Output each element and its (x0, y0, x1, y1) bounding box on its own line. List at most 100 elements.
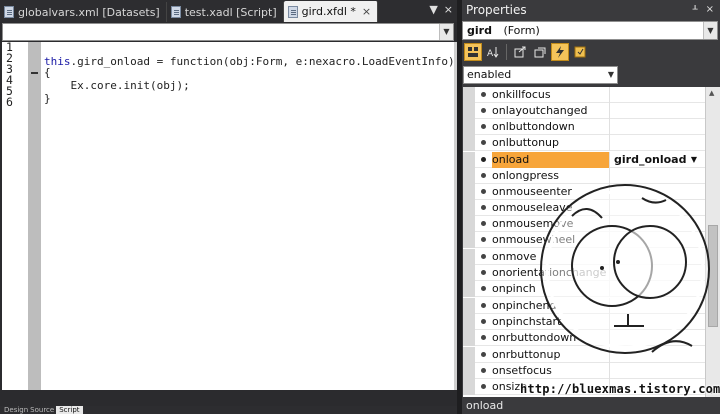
object-selector[interactable]: gird (Form) ▼ (462, 21, 718, 40)
document-tabs: globalvars.xml [Datasets] test.xadl [Scr… (0, 0, 457, 22)
event-handler-value[interactable] (609, 280, 705, 297)
tab-gird-xfdl[interactable]: gird.xfdl * × (283, 1, 379, 22)
svg-text:A: A (487, 49, 494, 58)
event-handler-value[interactable] (609, 362, 705, 379)
properties-title: Properties (466, 3, 527, 17)
tab-script[interactable]: Script (56, 406, 83, 414)
code-area[interactable]: 1 2 3 4 5 6 this.gird_onload = function(… (2, 41, 455, 390)
event-handler-value[interactable] (609, 183, 705, 200)
event-row[interactable]: onlongpress (463, 167, 705, 184)
event-row[interactable]: onpinch (463, 280, 705, 297)
event-row[interactable]: onmove (463, 248, 705, 265)
event-bullet-icon (481, 319, 486, 324)
event-row[interactable]: onrbuttonup (463, 346, 705, 363)
event-row[interactable]: onsetfocus (463, 362, 705, 379)
fold-collapse-icon[interactable] (31, 72, 38, 74)
tab-design[interactable]: Design (4, 406, 28, 414)
event-handler-value[interactable] (609, 346, 705, 363)
event-row[interactable]: onorientationchange (463, 264, 705, 281)
lightning-icon[interactable] (551, 43, 569, 61)
editor-pane-tools: ▼ × (429, 3, 453, 16)
event-row[interactable]: onkillfocus (463, 87, 705, 103)
event-handler-value[interactable] (609, 87, 705, 103)
alphabetical-icon[interactable]: A (484, 43, 502, 61)
close-icon[interactable]: × (362, 5, 371, 18)
event-name: onpinchstart (492, 315, 562, 328)
event-handler-value[interactable] (609, 215, 705, 232)
event-grid-scrollbar[interactable]: ▲ ▼ (705, 87, 720, 397)
tab-globalvars[interactable]: globalvars.xml [Datasets] (0, 2, 167, 22)
toolbar-separator (506, 44, 507, 60)
pin-icon[interactable]: ᚆ (693, 4, 698, 15)
events-icon[interactable] (531, 43, 549, 61)
event-bullet-icon (481, 286, 486, 291)
tab-label: globalvars.xml [Datasets] (18, 5, 160, 19)
event-row[interactable]: onmousewheel (463, 231, 705, 248)
event-handler-value[interactable] (609, 134, 705, 151)
event-handler-value[interactable] (609, 329, 705, 346)
properties-pane: Properties ᚆ × gird (Form) ▼ A enabled ▼… (462, 0, 720, 414)
event-handler-value[interactable] (609, 167, 705, 184)
script-editor-pane: globalvars.xml [Datasets] test.xadl [Scr… (0, 0, 457, 414)
tab-test-xadl[interactable]: test.xadl [Script] (167, 2, 284, 22)
event-row-selected[interactable]: onload gird_onload ▼ (463, 151, 705, 168)
chevron-down-icon[interactable]: ▼ (691, 152, 697, 167)
event-bullet-icon (481, 254, 486, 259)
tab-label: test.xadl [Script] (184, 5, 277, 19)
event-row[interactable]: onlayoutchanged (463, 102, 705, 119)
event-row[interactable]: onmousemove (463, 215, 705, 232)
line-number: 6 (6, 95, 13, 109)
close-icon[interactable]: × (444, 3, 453, 16)
object-name: gird (467, 24, 492, 37)
event-row[interactable]: onrbuttondown (463, 329, 705, 346)
event-handler-value[interactable] (609, 248, 705, 265)
event-handler-value[interactable] (609, 297, 705, 314)
code-line: { (44, 66, 51, 79)
event-handler-value[interactable] (609, 313, 705, 330)
chevron-down-icon[interactable]: ▼ (703, 22, 717, 39)
event-name: onmove (492, 250, 537, 263)
chevron-down-icon[interactable]: ▼ (608, 67, 614, 83)
event-bullet-icon (481, 189, 486, 194)
event-handler-value[interactable] (609, 102, 705, 119)
event-row[interactable]: onmouseenter (463, 183, 705, 200)
scroll-up-icon[interactable]: ▲ (709, 89, 714, 97)
scrollbar-thumb[interactable] (708, 225, 718, 327)
function-selector[interactable]: ▼ (2, 23, 454, 41)
event-handler-value[interactable] (609, 264, 705, 281)
categorized-icon[interactable] (464, 43, 482, 61)
event-grid: onkillfocus onlayoutchanged onlbuttondow… (463, 87, 705, 397)
event-name: onmouseleave (492, 201, 573, 214)
event-row[interactable]: onmouseleave (463, 199, 705, 216)
event-bullet-icon (481, 92, 486, 97)
event-handler-value[interactable] (609, 199, 705, 216)
event-name: onpinchend (492, 299, 557, 312)
event-handler-value[interactable] (609, 231, 705, 248)
event-name: onrbuttondown (492, 331, 577, 344)
chevron-down-icon[interactable]: ▼ (439, 24, 453, 40)
properties-icon[interactable] (511, 43, 529, 61)
event-name: onorientationchange (492, 266, 607, 279)
event-row[interactable]: onlbuttonup (463, 134, 705, 151)
close-icon[interactable]: × (706, 4, 714, 15)
event-name: onlayoutchanged (492, 104, 588, 117)
event-row[interactable]: onpinchstart (463, 313, 705, 330)
event-bullet-icon (481, 124, 486, 129)
code-line: Ex.core.init(obj); (70, 79, 190, 92)
event-handler-value[interactable]: gird_onload ▼ (609, 151, 705, 168)
event-row[interactable]: onlbuttondown (463, 118, 705, 135)
event-name: onsetfocus (492, 364, 552, 377)
chevron-down-icon[interactable]: ▼ (429, 3, 437, 16)
event-bullet-icon (481, 303, 486, 308)
ide-window: globalvars.xml [Datasets] test.xadl [Scr… (0, 0, 720, 414)
fold-margin (28, 42, 41, 390)
tab-source[interactable]: Source (30, 406, 54, 414)
property-filter-dropdown[interactable]: enabled ▼ (463, 66, 618, 84)
refresh-icon[interactable] (571, 43, 589, 61)
document-icon (4, 6, 14, 18)
event-bullet-icon (481, 335, 486, 340)
event-row[interactable]: onpinchend (463, 297, 705, 314)
code-text: this.gird_onload = function(obj:Form, e:… (44, 42, 455, 130)
event-handler-value[interactable] (609, 118, 705, 135)
event-name: onrbuttonup (492, 348, 561, 361)
